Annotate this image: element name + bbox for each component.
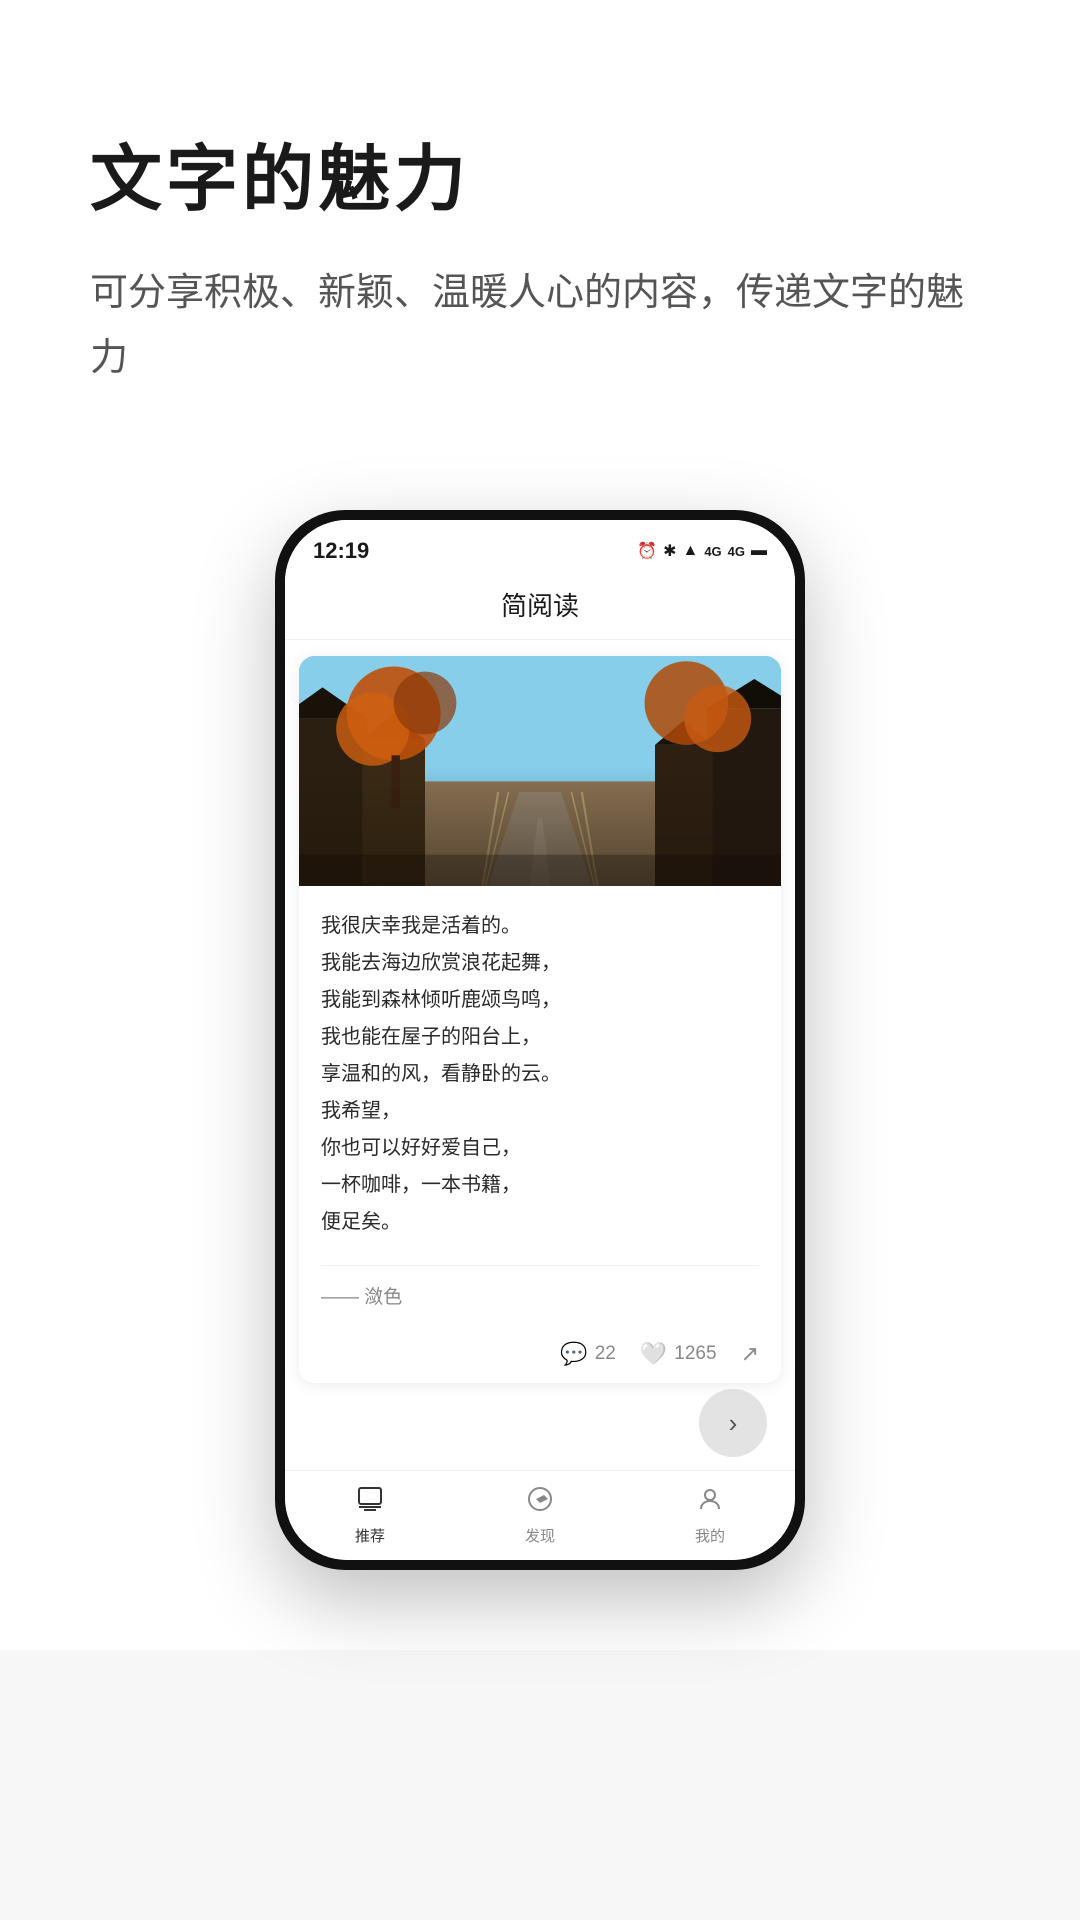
bluetooth-icon: ✱ [663,541,676,561]
like-stat: 🤍 1265 [640,1341,717,1367]
recommend-label: 推荐 [355,1525,385,1546]
next-btn-area: › [285,1389,795,1457]
bottom-nav: 推荐 发现 [285,1470,795,1560]
article-author: —— 潋色 [321,1265,759,1317]
share-stat[interactable]: ↗ [741,1341,759,1367]
road-center [480,856,600,886]
comment-icon: 💬 [560,1341,587,1367]
discover-icon [526,1485,554,1520]
battery-icon: ▬ [751,542,767,560]
nav-item-recommend[interactable]: 推荐 [285,1485,455,1546]
share-icon[interactable]: ↗ [741,1341,759,1367]
status-bar: 12:19 ⏰ ✱ ▲ 4G 4G ▬ [285,520,795,572]
article-card[interactable]: 我很庆幸我是活着的。 我能去海边欣赏浪花起舞， 我能到森林倾听鹿颂鸟鸣， 我也能… [299,656,781,1383]
network-4g2-icon: 4G [728,544,745,559]
nav-item-mine[interactable]: 我的 [625,1485,795,1546]
page-container: 文字的魅力 可分享积极、新颖、温暖人心的内容，传递文字的魅力 12:19 ⏰ ✱… [0,0,1080,1920]
status-icons: ⏰ ✱ ▲ 4G 4G ▬ [637,541,767,561]
hero-title: 文字的魅力 [90,120,990,225]
phone-frame: 12:19 ⏰ ✱ ▲ 4G 4G ▬ 简阅读 [275,510,805,1570]
wifi-icon: ▲ [682,542,698,560]
mine-label: 我的 [695,1525,725,1546]
alarm-icon: ⏰ [637,541,657,561]
mine-icon [696,1485,724,1520]
network-4g-icon: 4G [704,544,721,559]
article-image [299,656,781,886]
comment-count: 22 [595,1343,616,1365]
nav-item-discover[interactable]: 发现 [455,1485,625,1546]
phone-section: 12:19 ⏰ ✱ ▲ 4G 4G ▬ 简阅读 [0,450,1080,1650]
article-content: 我很庆幸我是活着的。 我能去海边欣赏浪花起舞， 我能到森林倾听鹿颂鸟鸣， 我也能… [299,886,781,1331]
like-icon: 🤍 [640,1341,667,1367]
article-text: 我很庆幸我是活着的。 我能去海边欣赏浪花起舞， 我能到森林倾听鹿颂鸟鸣， 我也能… [321,908,759,1241]
comment-stat: 💬 22 [560,1341,616,1367]
status-time: 12:19 [313,538,369,564]
hero-subtitle: 可分享积极、新颖、温暖人心的内容，传递文字的魅力 [90,261,990,390]
app-title: 简阅读 [501,591,579,621]
discover-label: 发现 [525,1525,555,1546]
next-button[interactable]: › [699,1389,767,1457]
scene-svg [299,656,781,886]
recommend-icon [356,1485,384,1520]
card-footer: 💬 22 🤍 1265 ↗ [299,1331,781,1383]
app-header: 简阅读 [285,572,795,640]
like-count: 1265 [674,1343,716,1365]
hero-section: 文字的魅力 可分享积极、新颖、温暖人心的内容，传递文字的魅力 [0,0,1080,450]
phone-screen: 12:19 ⏰ ✱ ▲ 4G 4G ▬ 简阅读 [285,520,795,1560]
